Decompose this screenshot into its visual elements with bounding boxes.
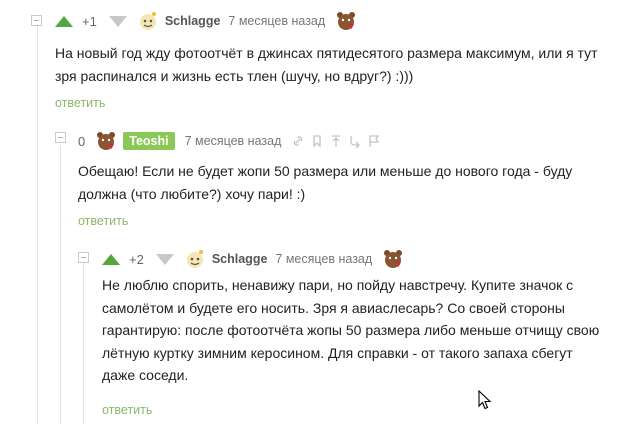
downvote-arrow-icon[interactable] <box>155 253 174 265</box>
comment-line: зря распинался и жизнь есть тлен (шучу, … <box>55 67 414 84</box>
flag-icon[interactable] <box>367 134 381 148</box>
avatar-icon[interactable] <box>184 248 206 270</box>
collapse-toggle[interactable] <box>31 15 42 26</box>
collapse-toggle[interactable] <box>78 252 89 263</box>
comment-line: лётную куртку зимним керосином. Для спра… <box>102 344 573 361</box>
bear-icon <box>384 250 403 268</box>
reply-link[interactable]: ответить <box>102 403 152 417</box>
comment-body: Не люблю спорить, ненавижу пари, но пойд… <box>102 274 599 387</box>
arrow-up-icon[interactable] <box>329 134 343 148</box>
upvote-arrow-icon[interactable] <box>102 253 120 265</box>
author-name[interactable]: Teoshi <box>123 132 175 150</box>
comment-line: должна (что любите?) хочу пари! :) <box>78 185 306 202</box>
collapse-toggle[interactable] <box>55 132 66 143</box>
bear-icon <box>337 12 356 30</box>
comment-line: самолётом и будете его носить. Зря я ави… <box>102 299 565 316</box>
comment-time[interactable]: 7 месяцев назад <box>228 14 325 28</box>
comment-rating: +2 <box>129 251 144 267</box>
branch-icon[interactable] <box>348 134 362 148</box>
comment-time[interactable]: 7 месяцев назад <box>275 252 372 266</box>
reply-link[interactable]: ответить <box>55 96 105 110</box>
comment-time[interactable]: 7 месяцев назад <box>185 134 282 148</box>
comment-body: На новый год жду фотоотчёт в джинсах пят… <box>55 42 598 87</box>
thread-line <box>37 22 38 424</box>
downvote-arrow-icon[interactable] <box>108 15 127 27</box>
bookmark-icon[interactable] <box>310 134 324 148</box>
comment-line: Не люблю спорить, ненавижу пари, но пойд… <box>102 277 574 293</box>
comment-line: даже соседи. <box>102 367 189 383</box>
comment-rating: +1 <box>82 13 97 29</box>
comment-line: Обещаю! Если не будет жопи 50 размера ил… <box>78 163 573 179</box>
bear-icon[interactable] <box>95 130 117 152</box>
link-icon[interactable] <box>291 134 305 148</box>
thread-line <box>60 146 61 424</box>
upvote-arrow-icon[interactable] <box>55 15 73 27</box>
comment-header: +2 Schlagge 7 месяцев назад <box>102 247 410 271</box>
author-name[interactable]: Schlagge <box>165 14 221 28</box>
author-name[interactable]: Schlagge <box>212 252 268 266</box>
reply-link[interactable]: ответить <box>78 214 128 228</box>
comment-header: 0 Teoshi 7 месяцев назад <box>78 129 386 153</box>
comment-rating: 0 <box>78 133 86 149</box>
comment-line: гарантирую: после фотоотчёта жопы 50 раз… <box>102 322 600 338</box>
mouse-cursor-icon <box>478 390 492 410</box>
comment-line: На новый год жду фотоотчёт в джинсах пят… <box>55 45 598 61</box>
avatar-icon[interactable] <box>137 10 159 32</box>
thread-line <box>83 262 84 424</box>
comment-body: Обещаю! Если не будет жопи 50 размера ил… <box>78 160 572 205</box>
comment-header: +1 Schlagge 7 месяцев назад <box>55 9 363 33</box>
